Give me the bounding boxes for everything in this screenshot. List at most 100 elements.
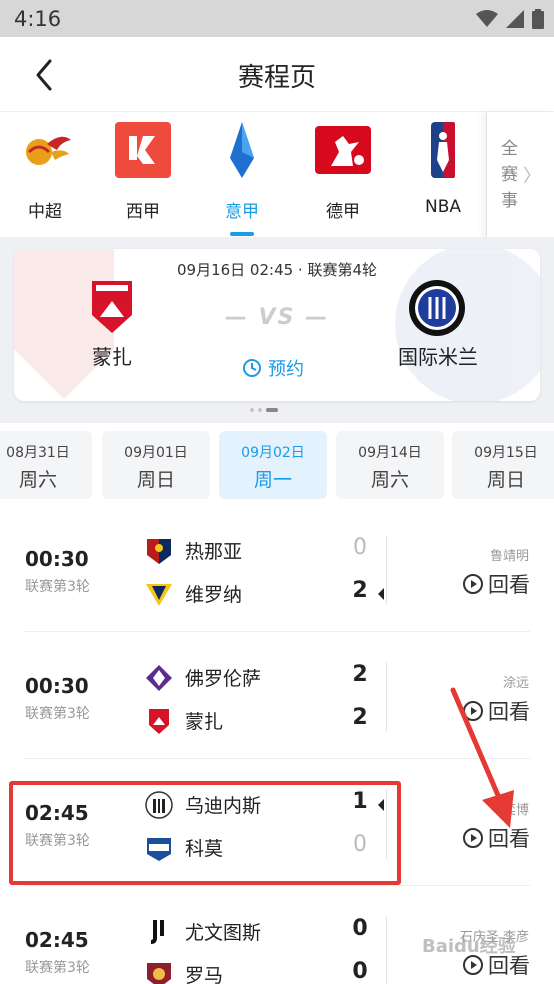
commentator: 鲁靖明 [489, 549, 529, 564]
bundesliga-logo-icon [315, 126, 371, 174]
weekday-label: 周六 [370, 469, 409, 491]
away-team: 蒙扎 2 [145, 705, 385, 735]
team-score: 2 [352, 705, 368, 730]
status-bar: 4:16 [0, 0, 554, 37]
team-name: 热那亚 [185, 541, 243, 563]
home-team: 尤文图斯 0 [145, 916, 385, 946]
date-label: 09月02日 [241, 445, 305, 461]
winner-marker-icon [378, 588, 384, 600]
roma-crest-icon [147, 963, 171, 984]
date-tab[interactable]: 09月14日 周六 [336, 431, 444, 499]
wifi-icon [476, 10, 498, 27]
weekday-label: 周六 [18, 469, 57, 491]
genoa-crest-icon [147, 539, 171, 564]
juventus-crest-icon [151, 920, 164, 944]
replay-button[interactable]: 回看 [462, 569, 530, 599]
date-label: 08月31日 [6, 445, 70, 461]
replay-label: 回看 [488, 827, 530, 851]
laliga-logo-icon [115, 122, 171, 178]
nba-logo-icon [431, 122, 455, 178]
date-tab[interactable]: 09月01日 周日 [102, 431, 210, 499]
team-name: 维罗纳 [185, 584, 243, 606]
team-score: 0 [352, 916, 368, 941]
match-list: 00:30 联赛第3轮 热那亚 0 维罗纳 2 鲁靖明 回看 00:30 联赛第… [0, 505, 554, 984]
weekday-label: 周日 [486, 469, 525, 491]
all-events-button[interactable]: 全赛事 〉 [486, 112, 554, 238]
team-name: 罗马 [185, 965, 224, 984]
team-name: 蒙扎 [185, 711, 224, 733]
featured-match-info: 09月16日 02:45 · 联赛第4轮 [176, 261, 378, 279]
away-team: 维罗纳 2 [145, 578, 385, 608]
featured-home-team: 蒙扎 [92, 345, 132, 369]
replay-button[interactable]: 回看 [462, 823, 530, 853]
league-tab-laliga[interactable]: 西甲 [98, 120, 188, 238]
league-tab-nba[interactable]: NBA [398, 120, 488, 238]
replay-button[interactable]: 回看 [462, 696, 530, 726]
league-tab-csl[interactable]: 中超 [0, 120, 90, 238]
league-name: 德甲 [326, 202, 360, 222]
league-tabs: 中超 西甲 意甲 德甲 NBA 全赛事 〉 [0, 111, 554, 238]
match-row[interactable]: 00:30 联赛第3轮 热那亚 0 维罗纳 2 鲁靖明 回看 [0, 505, 554, 632]
league-name: 西甲 [126, 202, 160, 222]
battery-icon [532, 9, 544, 29]
carousel-dot [250, 408, 254, 412]
watermark: Baidu经验 [422, 936, 516, 957]
divider [386, 662, 387, 732]
league-name: NBA [424, 197, 461, 217]
header: 赛程页 [0, 37, 554, 111]
league-tab-bundesliga[interactable]: 德甲 [298, 120, 388, 238]
annotation-highlight-box [9, 781, 401, 885]
reserve-button[interactable]: 预约 [242, 355, 304, 381]
replay-label: 回看 [488, 700, 530, 724]
active-tab-indicator [230, 232, 254, 236]
serie-a-logo-icon [230, 122, 254, 178]
monza-crest-icon [149, 709, 169, 734]
league-tab-serie-a[interactable]: 意甲 [197, 120, 287, 238]
match-time: 00:30 [25, 547, 89, 571]
weekday-label: 周一 [253, 469, 292, 491]
commentator: 涂远 [502, 676, 529, 691]
away-team: 罗马 0 [145, 959, 385, 984]
featured-match-card[interactable]: 09月16日 02:45 · 联赛第4轮 蒙扎 — VS — 国际米兰 预约 [14, 249, 540, 401]
date-selector: 08月31日 周六 09月01日 周日 09月02日 周一 09月14日 周六 … [0, 423, 554, 505]
featured-carousel: 09月16日 02:45 · 联赛第4轮 蒙扎 — VS — 国际米兰 预约 [0, 237, 554, 423]
csl-logo-icon [26, 136, 71, 165]
reserve-label: 预约 [268, 359, 304, 380]
divider [386, 916, 387, 984]
match-row[interactable]: 00:30 联赛第3轮 佛罗伦萨 2 蒙扎 2 涂远 回看 [0, 632, 554, 759]
team-score: 2 [352, 578, 368, 603]
date-tab[interactable]: 08月31日 周六 [0, 431, 92, 499]
team-score: 0 [353, 535, 367, 560]
verona-crest-icon [146, 584, 172, 606]
carousel-indicator [250, 408, 278, 412]
page-title: 赛程页 [237, 63, 316, 93]
date-label: 09月15日 [474, 445, 538, 461]
home-team: 热那亚 0 [145, 535, 385, 565]
match-time: 02:45 [25, 928, 89, 952]
all-events-label: 全赛事 [501, 139, 518, 211]
league-name: 中超 [28, 202, 62, 222]
chevron-right-icon: 〉 [523, 166, 541, 187]
match-round: 联赛第3轮 [25, 579, 90, 595]
match-round: 联赛第3轮 [25, 960, 90, 976]
signal-icon [506, 10, 524, 28]
weekday-label: 周日 [136, 469, 175, 491]
replay-label: 回看 [488, 573, 530, 597]
status-icons [476, 9, 544, 29]
status-time: 4:16 [14, 7, 62, 31]
team-name: 尤文图斯 [185, 922, 262, 944]
match-time: 00:30 [25, 674, 89, 698]
fiorentina-crest-icon [146, 665, 172, 691]
play-circle-icon [463, 828, 483, 848]
commentator: 奕博 [502, 803, 529, 818]
clock-icon [243, 359, 261, 377]
date-label: 09月01日 [124, 445, 188, 461]
match-round: 联赛第3轮 [25, 706, 90, 722]
date-tab[interactable]: 09月15日 周日 [452, 431, 554, 499]
carousel-dot [258, 408, 262, 412]
play-circle-icon [463, 701, 483, 721]
inter-crest-icon [409, 280, 465, 336]
home-team: 佛罗伦萨 2 [145, 662, 385, 692]
carousel-dot-active [266, 408, 278, 412]
date-tab-active[interactable]: 09月02日 周一 [219, 431, 327, 499]
